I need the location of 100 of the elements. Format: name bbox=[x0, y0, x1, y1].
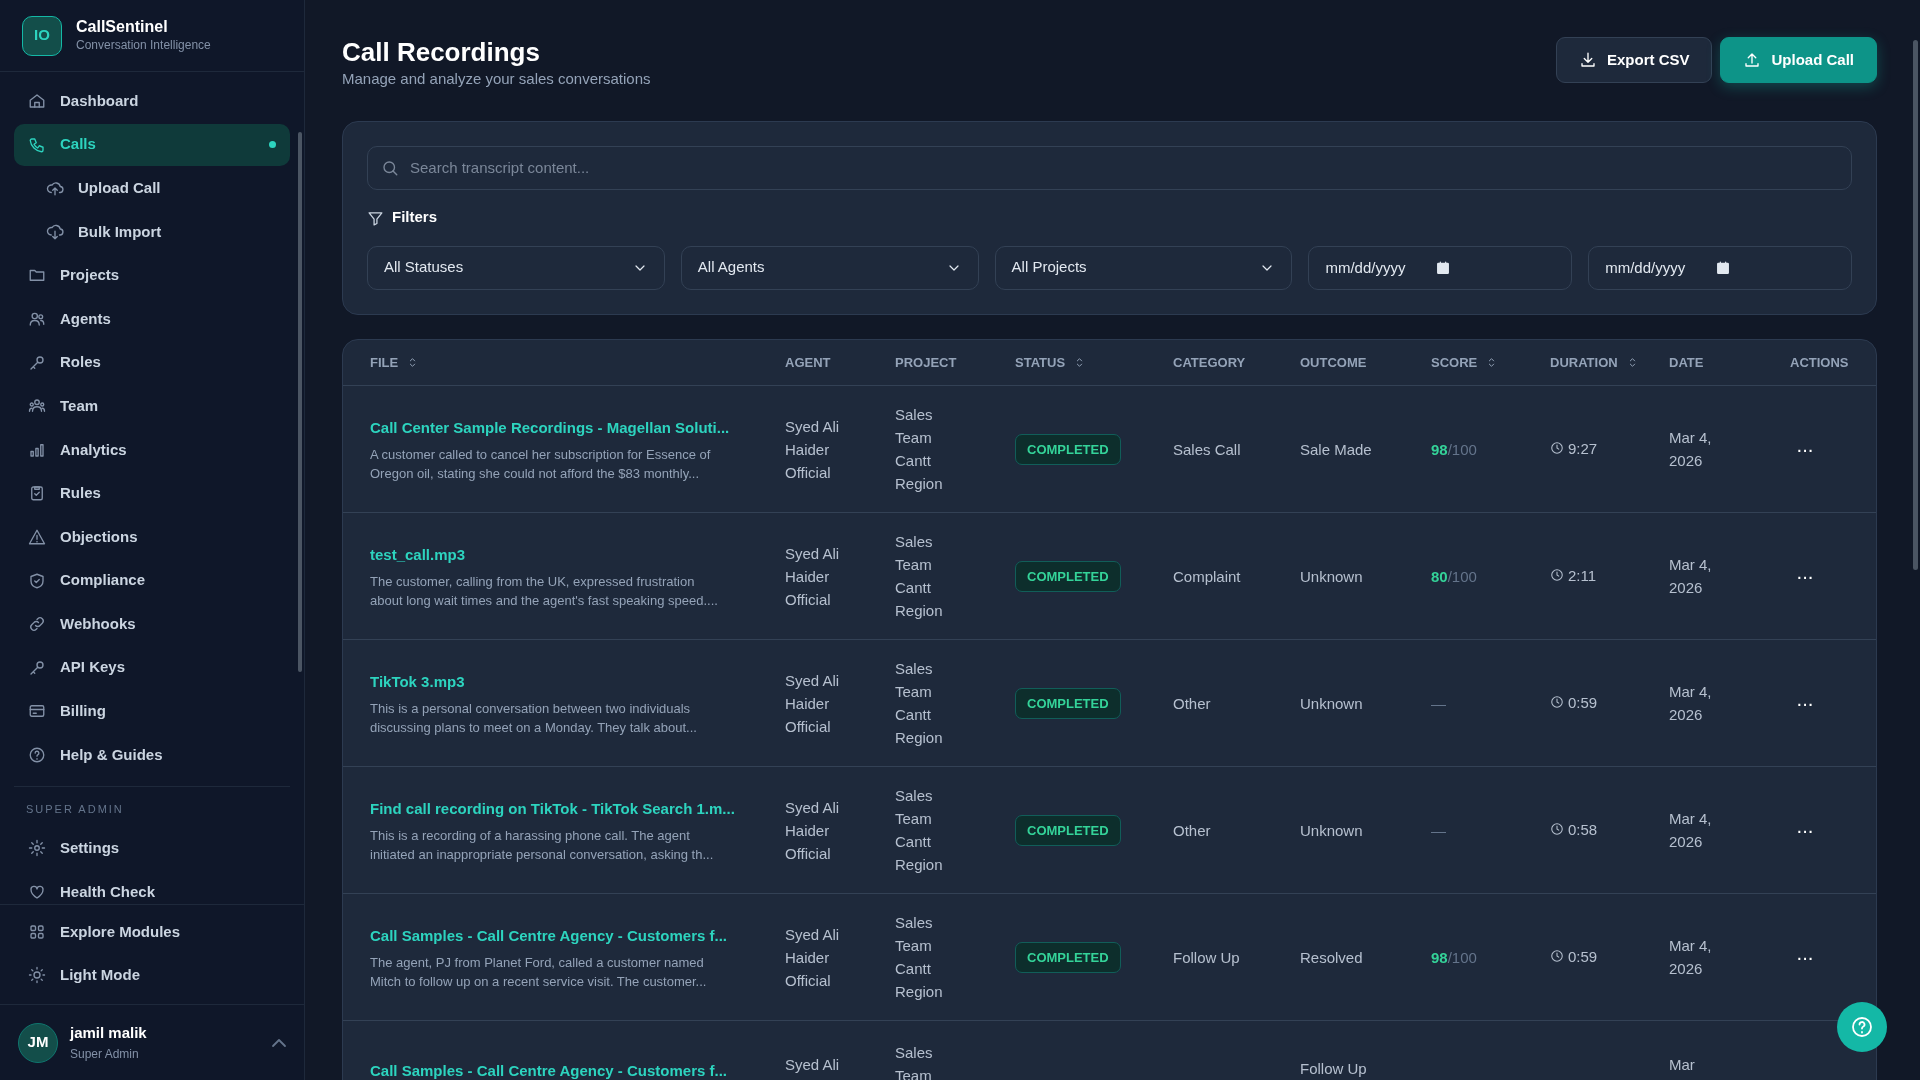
more-button[interactable]: ··· bbox=[1790, 817, 1819, 843]
scrollbar-thumb[interactable] bbox=[1913, 40, 1918, 570]
file-link[interactable]: Find call recording on TikTok - TikTok Search 1.m... bbox=[370, 799, 735, 817]
sidebar-item[interactable]: Compliance bbox=[14, 559, 290, 602]
warning-icon bbox=[28, 527, 46, 546]
outcome-text: Unknown bbox=[1300, 693, 1364, 714]
key-icon bbox=[28, 353, 46, 372]
sidebar-item[interactable]: Webhooks bbox=[14, 603, 290, 646]
sidebar-item[interactable]: Upload Call bbox=[14, 167, 290, 210]
filter-dropdown[interactable]: All Projects bbox=[994, 245, 1293, 290]
heart-icon bbox=[28, 883, 46, 901]
clock-icon bbox=[1550, 822, 1564, 837]
scrollbar-thumb[interactable] bbox=[298, 132, 302, 672]
sidebar-item[interactable]: Team bbox=[14, 385, 290, 428]
outcome-text: Unknown bbox=[1300, 566, 1364, 587]
sidebar-item[interactable]: Explore Modules bbox=[14, 910, 290, 953]
search-field[interactable]: Search transcript content... bbox=[367, 145, 1852, 190]
project-name: Sales Team Cantt Region bbox=[895, 659, 944, 749]
clock-icon bbox=[1550, 949, 1564, 964]
file-link[interactable]: test_call.mp3 bbox=[370, 545, 466, 563]
project-name: Sales Team Cantt Region bbox=[895, 405, 944, 495]
category-text: Other bbox=[1173, 820, 1212, 841]
date-text: Mar 4, 2026 bbox=[1669, 682, 1713, 726]
home-icon bbox=[28, 92, 46, 110]
sidebar-item[interactable]: API Keys bbox=[14, 646, 290, 689]
upload-button[interactable]: Upload Call bbox=[1720, 37, 1877, 83]
status-badge: COMPLETED bbox=[1015, 560, 1121, 592]
date-text: Mar bbox=[1669, 1055, 1696, 1076]
call-summary: A customer called to cancel her subscription for Essence of Oregon oil, stating she could not afford the $83 monthly... bbox=[370, 445, 712, 483]
user-role: Super Admin bbox=[70, 1045, 140, 1063]
duration-text: 2:11 bbox=[1568, 565, 1597, 586]
call-summary: This is a recording of a harassing phone call. The agent initiated an inappropriate personal conversation, asking th... bbox=[370, 826, 715, 864]
clock-icon bbox=[1550, 695, 1564, 710]
duration-text: 0:58 bbox=[1568, 819, 1598, 840]
date-field[interactable]: mm/dd/yyyy bbox=[1588, 245, 1852, 290]
more-button[interactable]: ··· bbox=[1790, 690, 1819, 716]
clipboard-icon bbox=[28, 484, 46, 503]
settings-icon bbox=[28, 839, 46, 858]
user-name: jamil malik bbox=[70, 1023, 148, 1044]
category-text: Other bbox=[1173, 693, 1212, 714]
call-summary: The customer, calling from the UK, expressed frustration about long wait times and the agent's fast speaking speed.... bbox=[370, 572, 719, 610]
score-text: — bbox=[1431, 694, 1446, 712]
category-text: Complaint bbox=[1173, 566, 1242, 587]
file-link[interactable]: TikTok 3.mp3 bbox=[370, 672, 465, 690]
sidebar-item[interactable]: Roles bbox=[14, 341, 290, 384]
cloud-download-icon bbox=[46, 222, 64, 241]
agent-name: Syed Ali Haider Official bbox=[785, 543, 841, 610]
sidebar-item[interactable]: Rules bbox=[14, 472, 290, 515]
column-header[interactable]: DURATION bbox=[1550, 352, 1639, 373]
score-text: 98/100 bbox=[1431, 948, 1477, 966]
file-link[interactable]: Call Samples - Call Centre Agency - Customers f... bbox=[370, 926, 728, 944]
agent-name: Syed Ali Haider Official bbox=[785, 670, 841, 737]
agent-name: Syed Ali Haider Official bbox=[785, 797, 841, 864]
sidebar-item[interactable]: Objections bbox=[14, 515, 290, 558]
export-button[interactable]: Export CSV bbox=[1555, 37, 1713, 83]
sidebar-item[interactable]: Billing bbox=[14, 690, 290, 733]
call-summary: The agent, PJ from Planet Ford, called a customer named Mitch to follow up on a recent service visit. The customer... bbox=[370, 953, 708, 991]
sidebar-item[interactable]: Help & Guides bbox=[14, 733, 290, 776]
more-button[interactable]: ··· bbox=[1790, 563, 1819, 589]
sidebar-item[interactable]: Projects bbox=[14, 254, 290, 297]
app-logo: IO bbox=[22, 15, 62, 56]
project-name: Sales Team Cantt Region bbox=[895, 913, 944, 1003]
more-button[interactable]: ··· bbox=[1790, 944, 1819, 970]
chevron-up-icon[interactable] bbox=[272, 1038, 286, 1047]
sidebar-item[interactable]: Settings bbox=[14, 827, 290, 870]
duration-text: 0:59 bbox=[1568, 946, 1598, 967]
filter-dropdown[interactable]: All Agents bbox=[680, 245, 979, 290]
column-header[interactable]: SCORE bbox=[1431, 352, 1499, 373]
page-subtitle: Manage and analyze your sales conversations bbox=[342, 69, 651, 90]
sidebar-item[interactable]: Analytics bbox=[14, 428, 290, 471]
filter-dropdown[interactable]: All Statuses bbox=[367, 245, 665, 290]
file-link[interactable]: Call Center Sample Recordings - Magellan Soluti... bbox=[370, 418, 730, 436]
section-label: SUPER ADMIN bbox=[14, 785, 290, 828]
column-header[interactable]: FILE bbox=[370, 352, 420, 373]
column-header: AGENT bbox=[785, 353, 831, 372]
column-header: PROJECT bbox=[895, 353, 957, 372]
sidebar-item[interactable]: Dashboard bbox=[14, 80, 290, 122]
status-badge: COMPLETED bbox=[1015, 814, 1121, 846]
date-field[interactable]: mm/dd/yyyy bbox=[1308, 245, 1573, 290]
column-header[interactable]: STATUS bbox=[1015, 352, 1087, 373]
outcome-text: Follow Up bbox=[1300, 1059, 1368, 1080]
user-avatar: JM bbox=[18, 1022, 58, 1063]
agent-name: Syed Ali bbox=[785, 1055, 841, 1076]
sidebar-item[interactable]: Bulk Import bbox=[14, 210, 290, 253]
sidebar-item[interactable]: Health Check bbox=[14, 871, 290, 904]
sun-icon bbox=[28, 966, 46, 985]
help-icon bbox=[1850, 1015, 1874, 1039]
duration-text: 9:27 bbox=[1568, 438, 1598, 459]
column-header: ACTIONS bbox=[1790, 353, 1849, 372]
column-header: CATEGORY bbox=[1173, 353, 1246, 372]
sidebar-item[interactable]: Agents bbox=[14, 297, 290, 340]
status-badge: COMPLETED bbox=[1015, 433, 1121, 465]
column-header: OUTCOME bbox=[1300, 353, 1367, 372]
agent-name: Syed Ali Haider Official bbox=[785, 416, 841, 483]
file-link[interactable]: Call Samples - Call Centre Agency - Customers f... bbox=[370, 1062, 728, 1080]
clock-icon bbox=[1550, 441, 1564, 456]
sidebar-item[interactable]: Light Mode bbox=[14, 954, 290, 997]
link-icon bbox=[28, 615, 46, 634]
sidebar-item[interactable]: Calls bbox=[14, 123, 290, 166]
more-button[interactable]: ··· bbox=[1790, 436, 1819, 462]
